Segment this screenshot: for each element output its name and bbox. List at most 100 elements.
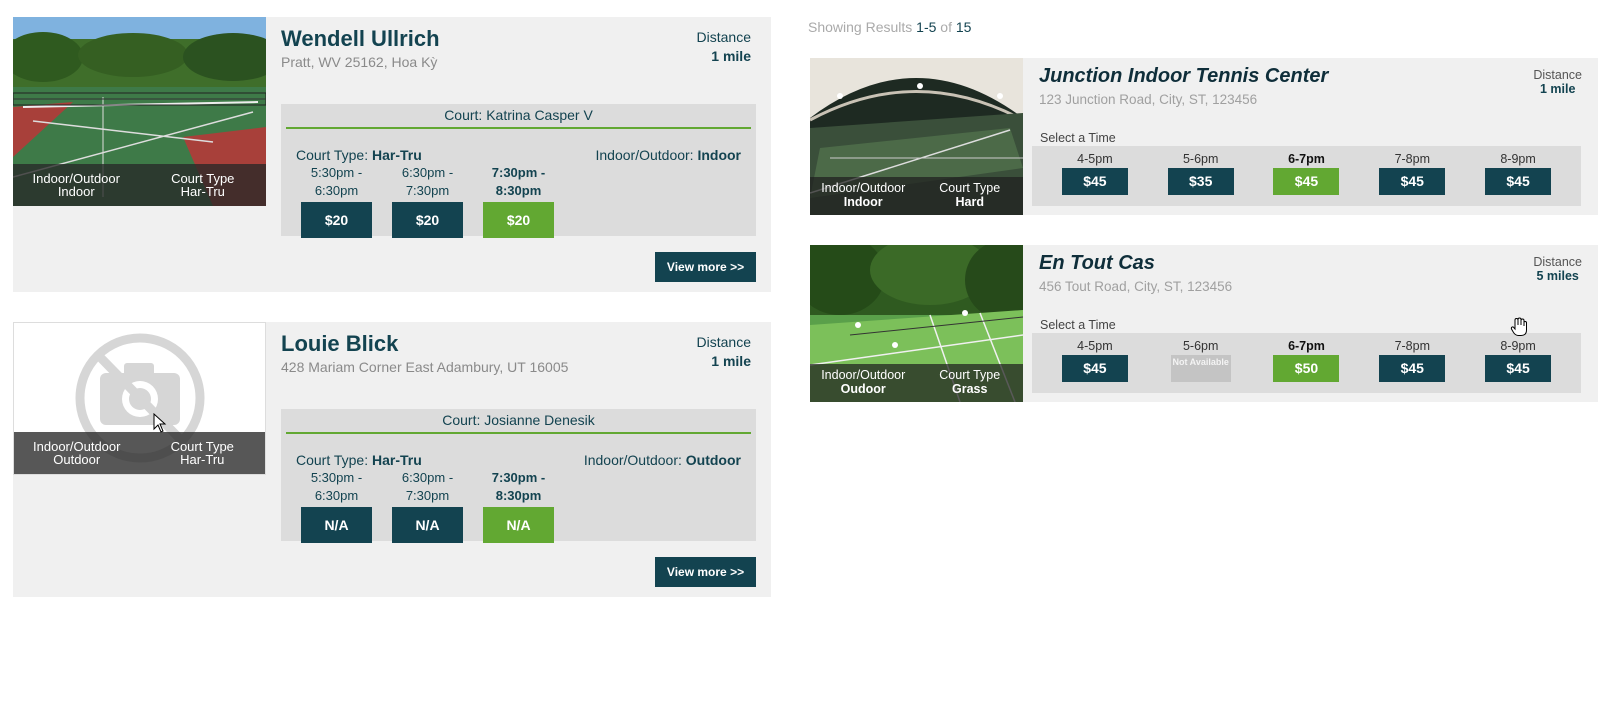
venue-address: 456 Tout Road, City, ST, 123456	[1039, 279, 1233, 294]
overlay-io-value: Outdoor	[53, 452, 101, 467]
distance-label: Distance	[1533, 255, 1582, 269]
time-slot: 8-9pm $45	[1485, 146, 1552, 206]
distance-value: 1 mile	[1539, 82, 1576, 96]
slot-price-button[interactable]: $45	[1061, 168, 1128, 195]
slot-time: 7:30pm - 8:30pm	[491, 165, 546, 198]
overlay-type-value: Har-Tru	[180, 452, 225, 467]
distance-label: Distance	[696, 334, 751, 350]
results-prefix: Showing Results	[808, 19, 913, 35]
court-name-row: Court: Katrina Casper V	[281, 104, 756, 127]
court-type-row: Court Type: Har-Tru	[296, 452, 422, 468]
distance-value: 5 miles	[1536, 269, 1579, 283]
court-address: Pratt, WV 25162, Hoa Kỳ	[281, 54, 438, 70]
venue-name[interactable]: Junction Indoor Tennis Center	[1039, 65, 1328, 88]
slot-price-button[interactable]: $45	[1379, 355, 1446, 382]
overlay-io-value: Indoor	[843, 195, 883, 209]
time-slot: 4-5pm $45	[1061, 333, 1128, 393]
overlay-io: Indoor/Outdoor Indoor	[13, 164, 140, 206]
time-slot-unavailable: 5-6pm Not Available	[1168, 333, 1234, 393]
hand-cursor-icon	[1510, 317, 1527, 336]
court-type-value: Har-Tru	[372, 452, 422, 468]
io-label: Indoor/Outdoor:	[583, 452, 682, 468]
slot-price-button[interactable]: N/A	[392, 507, 463, 543]
slot-time: 5-6pm	[1182, 339, 1219, 353]
venue-photo[interactable]: Indoor/Outdoor Indoor Court Type Hard	[810, 58, 1023, 215]
slot-time: 5:30pm - 6:30pm	[310, 470, 363, 503]
view-more-button[interactable]: View more >>	[655, 557, 756, 587]
time-slot-selected: 7:30pm - 8:30pm $20	[483, 164, 554, 238]
io-value: Indoor	[697, 147, 741, 163]
venue-card: Indoor/Outdoor Indoor Court Type Hard Ju…	[810, 58, 1598, 215]
court-info-overlay: Indoor/Outdoor Indoor Court Type Har-Tru	[13, 164, 266, 206]
venue-address: 123 Junction Road, City, ST, 123456	[1039, 92, 1258, 107]
slot-time: 7:30pm - 8:30pm	[491, 470, 546, 503]
overlay-type-value: Har-Tru	[180, 184, 225, 199]
slot-price-button[interactable]: $50	[1273, 355, 1340, 382]
results-range: 1-5	[916, 19, 937, 35]
overlay-io: Indoor/Outdoor Oudoor	[810, 364, 917, 402]
court-card: Indoor/Outdoor Indoor Court Type Har-Tru…	[13, 17, 771, 292]
slot-price-button[interactable]: N/A	[301, 507, 372, 543]
select-time-label: Select a Time	[1040, 318, 1116, 332]
time-slot: 6:30pm - 7:30pm N/A	[392, 469, 463, 543]
court-label: Court:	[444, 107, 483, 123]
slot-time: 7-8pm	[1394, 339, 1430, 353]
time-slot: 4-5pm $45	[1061, 146, 1128, 206]
distance-label: Distance	[1533, 68, 1582, 82]
slot-time: 4-5pm	[1077, 339, 1113, 353]
results-of: of	[940, 19, 952, 35]
court-photo[interactable]: Indoor/Outdoor Indoor Court Type Har-Tru	[13, 17, 266, 206]
time-slot: 6:30pm - 7:30pm $20	[392, 164, 463, 238]
court-type-label: Court Type:	[296, 147, 369, 163]
court-owner-name[interactable]: Wendell Ullrich	[281, 26, 440, 52]
arrow-cursor-icon	[153, 413, 167, 433]
slot-time: 5:30pm - 6:30pm	[310, 165, 363, 198]
slot-price-button[interactable]: $20	[483, 202, 554, 238]
select-time-label: Select a Time	[1040, 131, 1116, 145]
overlay-io: Indoor/Outdoor Outdoor	[14, 432, 140, 474]
slot-time: 8-9pm	[1500, 152, 1536, 166]
time-slots: 5:30pm - 6:30pm $20 6:30pm - 7:30pm $20 …	[301, 164, 574, 238]
slot-price-button[interactable]: $35	[1167, 168, 1234, 195]
slot-price-button[interactable]: $20	[392, 202, 463, 238]
results-total: 15	[955, 19, 972, 35]
court-type-value: Har-Tru	[372, 147, 422, 163]
slot-price-button[interactable]: N/A	[483, 507, 554, 543]
io-row: Indoor/Outdoor: Indoor	[596, 147, 742, 163]
io-value: Outdoor	[685, 452, 741, 468]
court-type-row: Court Type: Har-Tru	[296, 147, 422, 163]
court-address: 428 Mariam Corner East Adambury, UT 1600…	[281, 359, 569, 375]
slot-price-button[interactable]: $20	[301, 202, 372, 238]
slot-price-button[interactable]: $45	[1273, 168, 1340, 195]
slot-time: 6-7pm	[1288, 152, 1325, 166]
venue-name[interactable]: En Tout Cas	[1039, 252, 1155, 275]
court-name: Katrina Casper V	[486, 107, 593, 123]
overlay-io-label: Indoor/Outdoor	[821, 181, 906, 195]
divider	[286, 127, 751, 129]
time-slot: 5:30pm - 6:30pm $20	[301, 164, 372, 238]
slot-price-button[interactable]: $45	[1379, 168, 1446, 195]
time-slot-selected: 6-7pm $45	[1273, 146, 1340, 206]
slot-time: 6-7pm	[1288, 339, 1325, 353]
overlay-io: Indoor/Outdoor Indoor	[810, 177, 917, 215]
slot-price-button[interactable]: $45	[1485, 168, 1552, 195]
slot-price-button[interactable]: $45	[1061, 355, 1128, 382]
court-owner-name[interactable]: Louie Blick	[281, 331, 398, 357]
court-photo[interactable]: Indoor/Outdoor Outdoor Court Type Har-Tr…	[13, 322, 266, 475]
slot-time: 5-6pm	[1182, 152, 1219, 166]
time-slot: 8-9pm $45	[1485, 333, 1552, 393]
court-label: Court:	[442, 412, 481, 428]
time-slot-selected: 6-7pm $50	[1273, 333, 1340, 393]
results-summary: Showing Results 1-5 of 15	[808, 19, 971, 35]
venue-card: Indoor/Outdoor Oudoor Court Type Grass E…	[810, 245, 1598, 402]
overlay-type: Court Type Har-Tru	[140, 432, 266, 474]
time-slot-bar: 4-5pm $45 5-6pm $35 6-7pm $45 7-8pm $45 …	[1032, 146, 1581, 206]
venue-photo[interactable]: Indoor/Outdoor Oudoor Court Type Grass	[810, 245, 1023, 402]
divider	[286, 432, 751, 434]
venue-info-overlay: Indoor/Outdoor Indoor Court Type Hard	[810, 177, 1023, 215]
slot-price-button[interactable]: $45	[1485, 355, 1552, 382]
court-card: Indoor/Outdoor Outdoor Court Type Har-Tr…	[13, 322, 771, 597]
venue-info-overlay: Indoor/Outdoor Oudoor Court Type Grass	[810, 364, 1023, 402]
view-more-button[interactable]: View more >>	[655, 252, 756, 282]
overlay-type-label: Court Type	[939, 368, 1001, 382]
